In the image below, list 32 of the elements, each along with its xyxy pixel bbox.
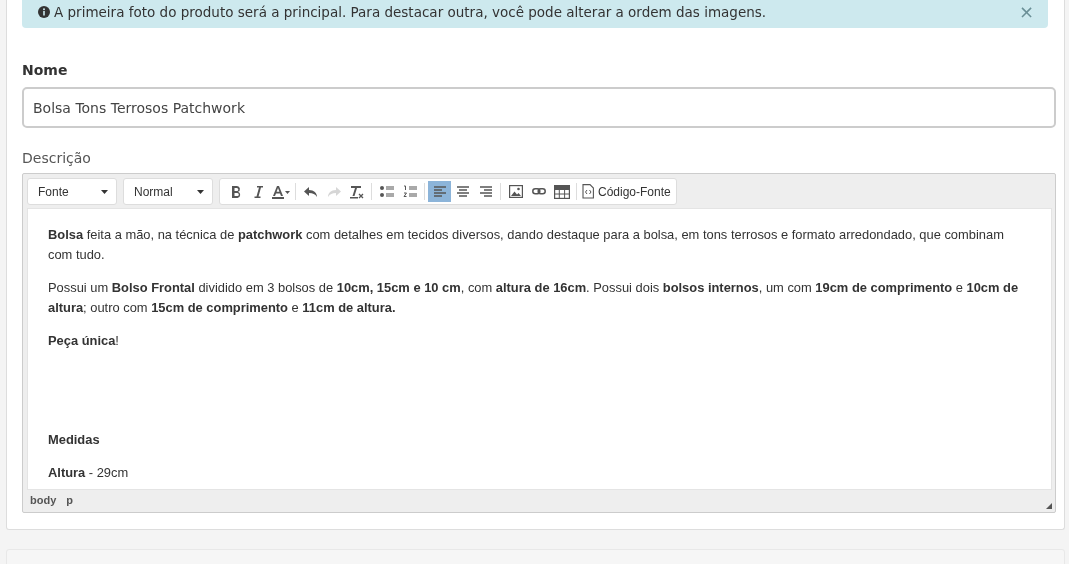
field-label: Nome bbox=[22, 61, 69, 81]
path-element[interactable]: p bbox=[66, 494, 73, 509]
align-right-icon bbox=[479, 186, 492, 198]
numbered-list-icon bbox=[402, 185, 417, 199]
align-left-button[interactable] bbox=[428, 181, 451, 203]
table-icon bbox=[553, 184, 570, 199]
link-icon bbox=[531, 186, 546, 198]
undo-icon bbox=[303, 184, 318, 199]
text-color-icon bbox=[271, 184, 290, 199]
resize-handle-icon[interactable] bbox=[1045, 502, 1053, 511]
paragraph: Possui um Bolso Frontal dividido em 3 bolsos de 10cm, 15cm e 10 cm, com altura de 16cm. Possui dois bolsos internos, um com 19cm de comprimento e 10cm de altura; outro com 15cm de comprimento e 11cm de altura. bbox=[48, 279, 1020, 318]
paragraph: Altura - 29cm bbox=[48, 464, 130, 483]
field-label: Descrição bbox=[22, 149, 92, 169]
path-element[interactable]: body bbox=[30, 494, 57, 509]
align-center-icon bbox=[456, 186, 469, 198]
paragraph: Peça única! bbox=[48, 332, 120, 351]
dropdown[interactable]: Normal bbox=[123, 178, 213, 206]
image-icon bbox=[508, 185, 523, 199]
code-file-icon bbox=[582, 184, 594, 200]
caret-icon bbox=[197, 189, 204, 194]
paragraph: Bolsa feita a mão, na técnica de patchwork com detalhes em tecidos diversos, dando destaque para a bolsa, em tons terrosos e formato arredondado, que combinam com tudo. bbox=[48, 226, 1005, 265]
dropdown[interactable]: Fonte bbox=[27, 178, 117, 206]
bullet-list-icon bbox=[379, 185, 394, 199]
caret-icon bbox=[101, 189, 108, 194]
align-left-icon bbox=[433, 186, 446, 198]
info-icon bbox=[38, 6, 50, 19]
redo-icon bbox=[326, 184, 341, 199]
clear-format-icon bbox=[349, 184, 364, 199]
paragraph: Medidas bbox=[48, 431, 101, 450]
name-field[interactable]: Bolsa Tons Terrosos Patchwork bbox=[22, 87, 1056, 129]
alert-text: A primeira foto do produto será a principal. Para destacar outra, você pode alterar a ordem das imagens. bbox=[54, 3, 767, 22]
source-code-button[interactable]: Código-Fonte bbox=[580, 181, 673, 203]
